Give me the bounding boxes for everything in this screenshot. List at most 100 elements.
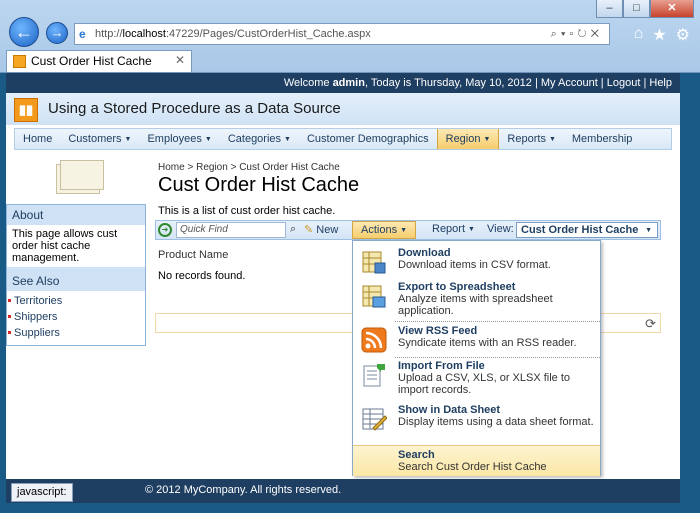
ie-page-icon: e — [79, 27, 86, 41]
menu-separator — [395, 321, 600, 322]
breadcrumb-sep: > — [230, 162, 237, 173]
menu-item-desc: Syndicate items with an RSS reader. — [398, 337, 577, 349]
breadcrumb-sep: > — [187, 162, 194, 173]
chevron-down-icon: ▼ — [468, 226, 475, 233]
chevron-down-icon: ▼ — [483, 136, 491, 143]
menu-item-export-spreadsheet[interactable]: Export to Spreadsheet Analyze items with… — [353, 281, 600, 317]
breadcrumb-home[interactable]: Home — [158, 162, 185, 173]
action-bar: ➜ Quick Find ⌕ ✎ New Actions ▼ Report ▼ Vi… — [155, 220, 661, 240]
app-title: Using a Stored Procedure as a Data Sourc… — [48, 100, 341, 117]
menu-item-customer-demographics[interactable]: Customer Demographics — [299, 129, 437, 149]
import-icon — [363, 364, 385, 387]
menu-item-desc: Display items using a data sheet format. — [398, 416, 594, 428]
chevron-down-icon: ▼ — [400, 227, 408, 234]
menu-item-title: Show in Data Sheet — [398, 404, 501, 416]
sidebar-link-suppliers[interactable]: Suppliers — [7, 325, 145, 341]
menu-item-search[interactable]: Search Search Cust Order Hist Cache — [353, 445, 600, 476]
view-label: View: — [487, 223, 514, 235]
menu-item-customers[interactable]: Customers ▼ — [60, 129, 139, 149]
about-text: This page allows cust order hist cache m… — [7, 225, 145, 267]
menu-item-data-sheet[interactable]: Show in Data Sheet Display items using a… — [353, 404, 600, 431]
minimize-button[interactable]: – — [596, 0, 623, 18]
top-bar: Welcome admin, Today is Thursday, May 10… — [6, 73, 680, 93]
tab-close-icon[interactable]: ✕ — [175, 53, 185, 67]
address-prefix: http:// — [95, 28, 123, 40]
tools-gear-icon[interactable]: ⚙ — [676, 25, 690, 45]
menu-item-label: Home — [23, 133, 53, 145]
menu-item-title: Import From File — [398, 360, 485, 372]
view-selector[interactable]: Cust Order Hist Cache ▼ — [516, 222, 658, 238]
menu-item-home[interactable]: Home — [15, 129, 60, 149]
quick-find-go-icon[interactable]: ➜ — [158, 223, 172, 237]
tab-title: Cust Order Hist Cache — [31, 54, 152, 68]
new-button[interactable]: ✎ New — [304, 223, 338, 236]
browser-tab[interactable]: Cust Order Hist Cache ✕ — [6, 50, 192, 72]
copyright-text: © 2012 MyCompany. All rights reserved. — [145, 484, 342, 496]
datasheet-icon — [362, 408, 387, 431]
breadcrumb-current: Cust Order Hist Cache — [239, 162, 340, 173]
menu-item-label: Membership — [571, 133, 633, 145]
menu-item-desc: Download items in CSV format. — [398, 259, 551, 271]
new-label: New — [316, 224, 339, 236]
rss-icon — [361, 327, 387, 353]
menu-item-download[interactable]: Download Download items in CSV format. — [353, 247, 600, 274]
menu-item-membership[interactable]: Membership — [564, 129, 641, 149]
menu-item-reports[interactable]: Reports ▼ — [499, 129, 563, 149]
page-illustration-icon — [56, 160, 104, 196]
maximize-button[interactable]: □ — [623, 0, 650, 18]
empty-grid-message: No records found. — [158, 270, 246, 282]
report-label: Report — [432, 223, 466, 235]
page-description: This is a list of cust order hist cache. — [158, 205, 336, 217]
welcome-prefix: Welcome — [283, 77, 333, 89]
address-bar[interactable]: e http://localhost:47229/Pages/CustOrder… — [74, 23, 610, 45]
menu-item-rss[interactable]: View RSS Feed Syndicate items with an RS… — [353, 325, 600, 353]
separator: | — [531, 77, 541, 89]
menu-item-label: Customers — [68, 133, 122, 145]
app-logo-icon: ▮▮ — [14, 98, 38, 122]
quick-find-input[interactable]: Quick Find — [176, 222, 286, 238]
breadcrumb: Home > Region > Cust Order Hist Cache — [158, 162, 340, 173]
favorites-star-icon[interactable]: ★ — [652, 25, 666, 45]
address-tools-icons[interactable]: ⌕▾▫↻✕ — [551, 24, 603, 44]
tab-favicon-icon — [13, 55, 26, 68]
main-menu: Home Customers ▼ Employees ▼ Categories ▼ Custo… — [14, 128, 672, 150]
page-footer: © 2012 MyCompany. All rights reserved. — [6, 479, 680, 503]
menu-item-categories[interactable]: Categories ▼ — [220, 129, 299, 149]
chevron-down-icon: ▼ — [284, 136, 291, 143]
address-path: :47229/Pages/CustOrderHist_Cache.aspx — [165, 28, 371, 40]
report-button[interactable]: Report ▼ — [432, 223, 475, 235]
menu-item-label: Customer Demographics — [306, 133, 429, 145]
actions-button[interactable]: Actions ▼ — [352, 221, 417, 239]
sidebar-link-territories[interactable]: Territories — [7, 293, 145, 309]
column-header-product-name[interactable]: Product Name — [158, 249, 228, 261]
browser-chrome: – □ ✕ ← → e http://localhost:47229/Pages… — [0, 0, 700, 73]
actions-label: Actions — [361, 224, 398, 236]
menu-item-label: Categories — [227, 133, 282, 145]
see-also-heading: See Also — [12, 274, 60, 288]
menu-item-region[interactable]: Region ▼ — [436, 129, 500, 149]
actions-dropdown: Download Download items in CSV format. E… — [352, 240, 601, 476]
refresh-icon[interactable]: ⟳ — [645, 316, 656, 332]
view-selected: Cust Order Hist Cache — [521, 224, 639, 236]
browser-toolbar-icons: ⌂ ★ ⚙ — [634, 25, 690, 45]
my-account-link[interactable]: My Account — [541, 77, 598, 89]
address-host: localhost — [122, 28, 166, 40]
sidebar-link-shippers[interactable]: Shippers — [7, 309, 145, 325]
close-window-button[interactable]: ✕ — [650, 0, 694, 18]
separator: | — [597, 77, 607, 89]
menu-item-employees[interactable]: Employees ▼ — [139, 129, 219, 149]
window-controls: – □ ✕ — [596, 0, 694, 18]
home-icon[interactable]: ⌂ — [634, 25, 644, 45]
breadcrumb-region[interactable]: Region — [196, 162, 228, 173]
sidebar: About This page allows cust order hist c… — [6, 204, 146, 346]
help-link[interactable]: Help — [649, 77, 672, 89]
menu-item-import[interactable]: Import From File Upload a CSV, XLS, or X… — [353, 360, 600, 396]
chevron-down-icon: ▼ — [124, 136, 132, 143]
back-button[interactable]: ← — [9, 17, 39, 47]
forward-button[interactable]: → — [46, 22, 68, 44]
menu-item-label: Employees — [147, 133, 202, 145]
logout-link[interactable]: Logout — [607, 77, 641, 89]
menu-item-desc: Analyze items with spreadsheet applicati… — [398, 293, 553, 317]
search-icon[interactable]: ⌕ — [290, 223, 296, 236]
menu-item-title: Export to Spreadsheet — [398, 281, 516, 293]
